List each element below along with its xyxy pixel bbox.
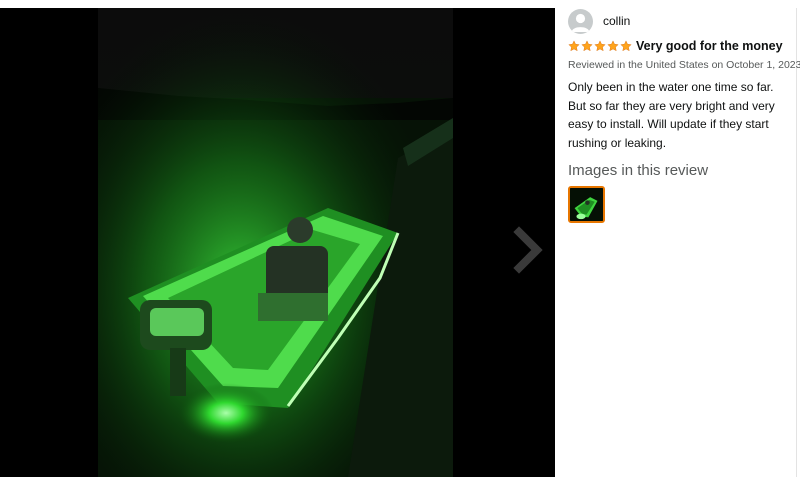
chevron-right-icon — [513, 226, 543, 274]
review-body: Only been in the water one time so far. … — [568, 80, 775, 150]
next-image-button[interactable] — [506, 222, 550, 278]
boat-thumbnail-image — [570, 188, 603, 221]
reviewer-profile[interactable]: collin — [568, 8, 790, 34]
star-icon — [594, 40, 606, 52]
star-icon — [581, 40, 593, 52]
user-avatar-icon — [568, 8, 593, 34]
star-rating[interactable] — [568, 40, 632, 52]
review-image-viewer — [0, 8, 555, 477]
rating-line: Very good for the money — [568, 38, 790, 54]
boat-photo-image — [98, 8, 453, 477]
review-date: Reviewed in the United States on October… — [568, 59, 800, 71]
panel-divider — [796, 8, 797, 477]
star-icon — [620, 40, 632, 52]
review-panel: collin Very good for the money Reviewed … — [568, 8, 800, 223]
review-title: Very good for the money — [636, 39, 783, 53]
star-icon — [568, 40, 580, 52]
review-photo — [98, 8, 453, 477]
star-icon — [607, 40, 619, 52]
reviewer-name[interactable]: collin — [603, 14, 630, 28]
images-heading: Images in this review — [568, 162, 709, 179]
review-image-thumbnail[interactable] — [568, 186, 605, 223]
